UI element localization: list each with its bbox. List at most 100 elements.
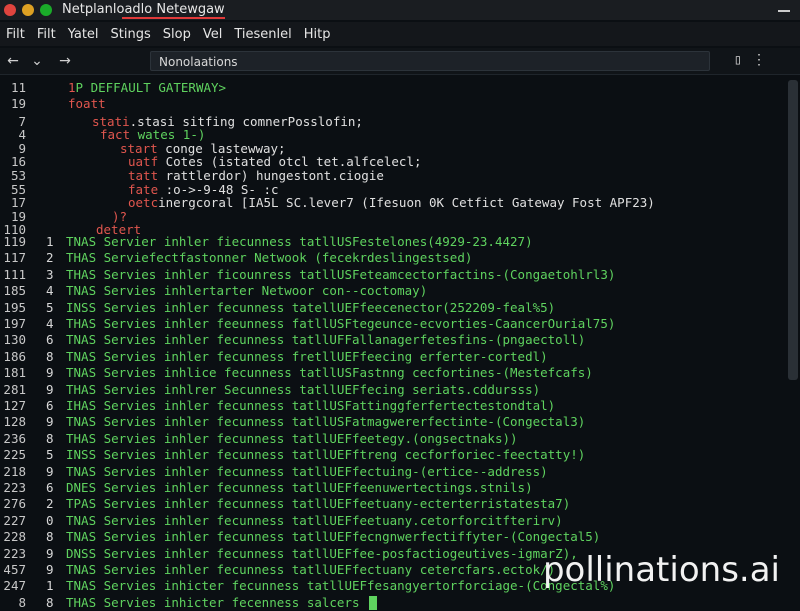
log-text: TNAS Servies inhler fecunness tatllUEFfe… <box>66 529 601 545</box>
line-number: 195 <box>3 299 26 315</box>
log-text: THAS Servies inhler fecunness tatllUEFfe… <box>66 430 518 446</box>
log-text: TNAS Servies inhler fecunness tatllUFFal… <box>66 332 586 348</box>
menu-item-hitp[interactable]: Hitp <box>298 27 337 42</box>
table-row: 281 9 THAS Servies inhlrer Secunness tatll… <box>0 382 788 398</box>
log-text: THAS Servies inhicter fecenness salcers <box>66 594 360 610</box>
forward-arrow-icon[interactable]: → <box>56 53 74 69</box>
log-text: TNAS Servies inhler fecunness tatllUEFfe… <box>66 463 548 479</box>
row-index: 2 <box>46 496 54 512</box>
line-number: 227 <box>3 512 26 528</box>
table-row: 218 9 TNAS Servies inhler fecunness tatllU… <box>0 464 788 480</box>
row-index: 9 <box>46 365 54 381</box>
terminal-editor[interactable]: 11 1P DEFFAULT GATERWAY> 19 foatt 7 stati.sta… <box>0 76 788 610</box>
row-index: 6 <box>46 480 54 495</box>
row-index: 9 <box>46 381 54 397</box>
table-row: 236 8 THAS Servies inhler fecunness tatllU… <box>0 431 788 447</box>
line-number: 128 <box>3 414 26 430</box>
line-number: 223 <box>3 480 26 495</box>
row-index: 2 <box>46 250 54 266</box>
table-row: 276 2 TPAS Servies inhler fecunness tatllU… <box>0 496 788 512</box>
row-index: 6 <box>46 332 54 348</box>
text-cursor <box>369 595 377 610</box>
row-index: 8 <box>46 594 54 610</box>
log-text: TNAS Servier inhler fiecunness tatllUSFe… <box>66 234 533 249</box>
table-row: 225 5 INSS Servies inhler fecunness tatllU… <box>0 447 788 463</box>
tab-title-field[interactable]: Nonolaations <box>150 51 710 71</box>
back-arrow-icon[interactable]: ← <box>4 53 22 69</box>
table-row: 186 8 TNAS Servies inhler fecunness fretll… <box>0 349 788 365</box>
watermark-text: pollinations.ai <box>542 550 780 590</box>
table-row: 227 0 TNAS Servies inhler fecunness tatllU… <box>0 513 788 529</box>
line-number: 130 <box>3 332 26 348</box>
row-index: 3 <box>46 266 54 282</box>
menu-item-tiesenlel[interactable]: Tiesenlel <box>228 27 297 42</box>
line-number: 223 <box>3 545 26 561</box>
line-number: 186 <box>3 348 26 364</box>
code-text: 1P DEFFAULT GATERWAY> <box>68 80 227 95</box>
log-text: TNAS Servies inhler fecunness tatllUEFfe… <box>66 512 563 528</box>
row-index: 4 <box>46 283 54 299</box>
log-text: INSS Servies inhler fecunness tatllUEFft… <box>66 447 586 463</box>
table-row: 130 6 TNAS Servies inhler fecunness tatllU… <box>0 332 788 348</box>
more-options-icon[interactable]: ⋮ <box>752 52 766 68</box>
table-row: 119 1 TNAS Servier inhler fiecunness tatll… <box>0 234 788 250</box>
toolbar: ← ⌄ → Nonolaations ▯ ⋮ <box>0 48 800 75</box>
menu-item-vel[interactable]: Vel <box>197 27 229 42</box>
code-text: foatt <box>68 96 106 112</box>
table-row: 223 6 DNES Servies inhler fecunness tatllU… <box>0 480 788 496</box>
log-text: THAS Servies inhler ficounress tatllUSFe… <box>66 266 616 282</box>
maximize-window-icon[interactable] <box>40 4 52 16</box>
menu-item-filt-2[interactable]: Filt <box>31 27 62 42</box>
close-window-icon[interactable] <box>4 4 16 16</box>
code-line: 19 foatt <box>0 96 788 112</box>
table-row: 127 6 IHAS Servies inhler fecunness tatllU… <box>0 398 788 414</box>
log-text: TNAS Servies inhicter fecunness tatllUEF… <box>66 578 616 594</box>
table-row: 111 3 THAS Servies inhler ficounress tatll… <box>0 267 788 283</box>
row-index: 5 <box>46 447 54 463</box>
minimize-window-icon[interactable] <box>22 4 34 16</box>
line-number: 19 <box>10 96 26 112</box>
line-number: 247 <box>3 578 26 594</box>
row-index: 9 <box>46 463 54 479</box>
copy-icon[interactable]: ▯ <box>734 52 742 68</box>
minimize-icon[interactable] <box>778 10 790 12</box>
log-text: THAS Serviefectfastonner Netwook (fecekr… <box>66 250 473 266</box>
menu-item-filt[interactable]: Filt <box>0 27 31 42</box>
row-index: 4 <box>46 316 54 331</box>
line-number: 8 <box>18 594 26 610</box>
line-number: 281 <box>3 381 26 397</box>
table-row: 228 8 TNAS Servies inhler fecunness tatllU… <box>0 529 788 545</box>
menu-item-stings[interactable]: Stings <box>105 27 157 42</box>
window-title: Netplanloadlo Netewgaw <box>62 0 225 20</box>
menu-item-yatel[interactable]: Yatel <box>62 27 105 42</box>
log-text: TPAS Servies inhler fecunness tatllUEFfe… <box>66 496 571 512</box>
menu-item-slop[interactable]: Slop <box>157 27 197 42</box>
code-line: 11 1P DEFFAULT GATERWAY> <box>0 80 788 96</box>
log-text: DNSS Servies inhler fecunness tatllUEFfe… <box>66 545 578 561</box>
line-number: 119 <box>3 234 26 249</box>
row-index: 9 <box>46 414 54 430</box>
line-number: 127 <box>3 398 26 413</box>
row-index: 9 <box>46 545 54 561</box>
log-text: THAS Servies inhler feeunness fatllUSFte… <box>66 316 616 331</box>
table-row: 117 2 THAS Serviefectfastonner Netwook (fe… <box>0 250 788 266</box>
row-index: 5 <box>46 299 54 315</box>
row-index: 9 <box>46 562 54 577</box>
log-text: TNAS Servies inhlice fecunness tatllUSFa… <box>66 365 593 381</box>
row-index: 0 <box>46 512 54 528</box>
line-number: 276 <box>3 496 26 512</box>
log-text: INSS Servies inhler fecunness tatellUEFf… <box>66 299 556 315</box>
line-number: 225 <box>3 447 26 463</box>
menu-bar: Filt Filt Yatel Stings Slop Vel Tiesenle… <box>0 22 800 46</box>
table-row: 128 9 TNAS Servies inhler fecunness tatllU… <box>0 414 788 430</box>
vertical-scrollbar[interactable] <box>788 80 798 380</box>
line-number: 236 <box>3 430 26 446</box>
title-bar: Netplanloadlo Netewgaw <box>0 0 800 20</box>
line-number: 457 <box>3 562 26 577</box>
line-number: 11 <box>10 80 26 95</box>
log-text: THAS Servies inhlrer Secunness tatllUEFf… <box>66 381 541 397</box>
chevron-down-icon[interactable]: ⌄ <box>28 53 46 69</box>
log-text: DNES Servies inhler fecunness tatllUEFfe… <box>66 480 533 495</box>
row-index: 8 <box>46 529 54 545</box>
line-number: 117 <box>3 250 26 266</box>
